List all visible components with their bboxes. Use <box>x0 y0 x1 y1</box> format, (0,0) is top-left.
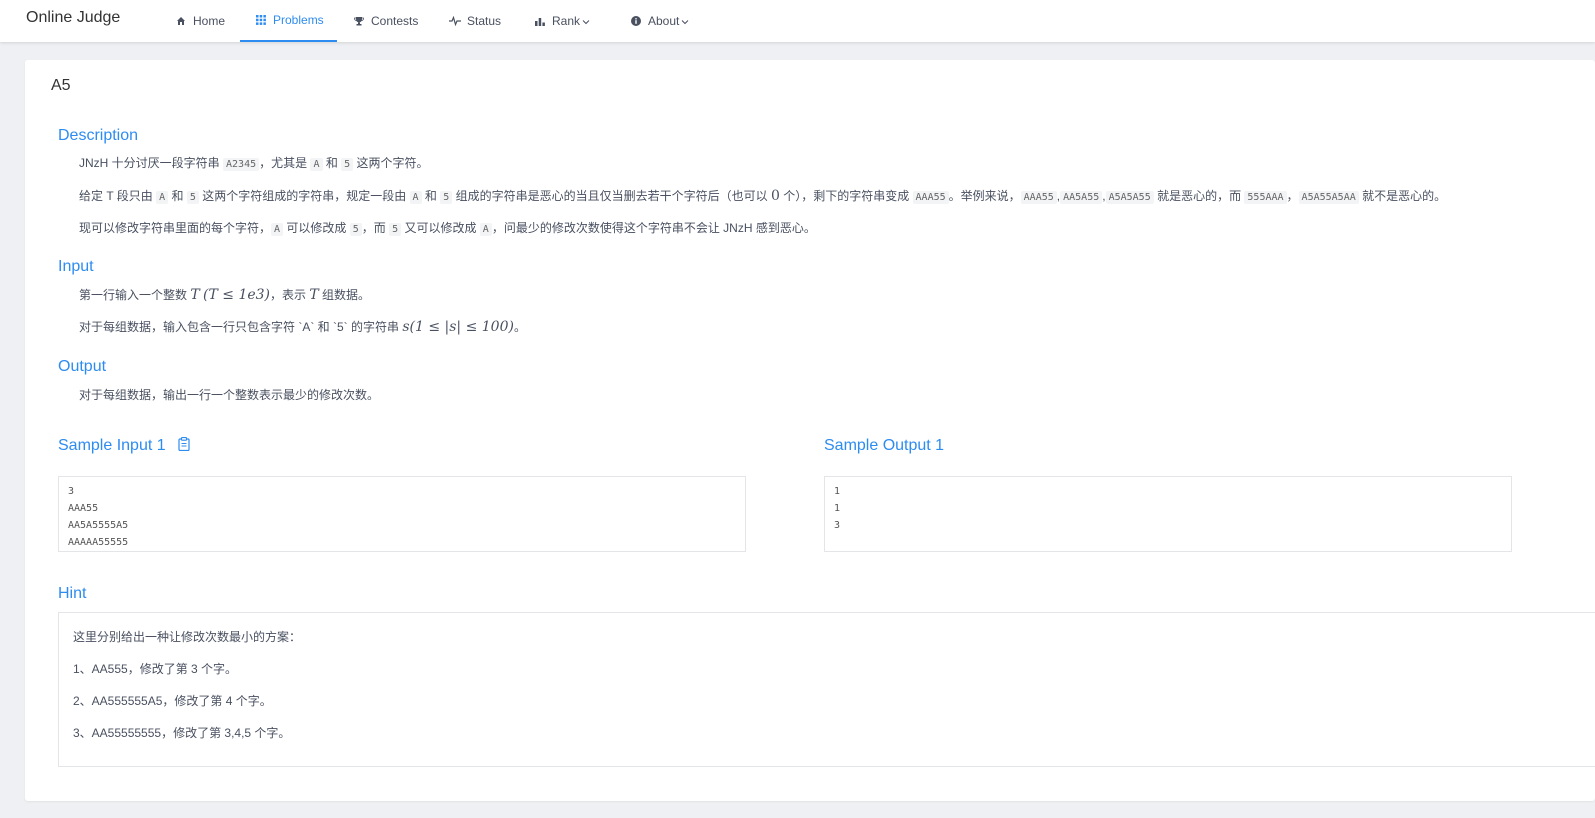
inline-code: A5A55A5AA <box>1298 191 1359 204</box>
hint-line: 这里分别给出一种让修改次数最小的方案： <box>73 630 302 644</box>
sample-output-line: 1 <box>834 503 841 514</box>
nav-contests[interactable]: Contests <box>353 0 418 42</box>
inline-code: AAA55 <box>1020 191 1057 204</box>
sample-output-box[interactable]: 1 1 3 <box>824 476 1512 552</box>
math-expression: (T ≤ 1e3) <box>203 287 271 303</box>
problem-card: A5 Description JNzH 十分讨厌一段字符串 A2345 ，尤其是 … <box>25 60 1595 801</box>
inline-code: A <box>479 223 492 236</box>
inline-code: 5 <box>440 191 453 204</box>
brand-logo[interactable]: Online Judge <box>26 9 120 27</box>
nav-rank-label: Rank <box>552 14 581 28</box>
sample-input-line: AAAAA55555 <box>68 537 129 548</box>
nav-contests-label: Contests <box>371 14 419 28</box>
sample-input-box[interactable]: 3 AAA55 AA5A5555A5 AAAAA55555 <box>58 476 746 552</box>
trophy-icon <box>353 15 365 27</box>
description-paragraph-3: 现可以修改字符串里面的每个字符， A 可以修改成 5 ，而 5 又可以修改成 A ，问… <box>79 221 816 236</box>
description-paragraph-1: JNzH 十分讨厌一段字符串 A2345 ，尤其是 A 和 5 这两个字符。 <box>79 156 429 171</box>
inline-code: AAA55 <box>912 191 949 204</box>
top-navbar: Online Judge Home Problems Contests Stat… <box>0 0 1595 42</box>
nav-home-label: Home <box>193 14 226 28</box>
home-icon <box>175 15 187 27</box>
output-paragraph: 对于每组数据，输出一行一个整数表示最少的修改次数。 <box>79 388 380 402</box>
hint-box: 这里分别给出一种让修改次数最小的方案： 1、AA555，修改了第 3 个字。 2… <box>58 612 1595 767</box>
nav-problems-label: Problems <box>273 13 324 27</box>
nav-rank[interactable]: Rank <box>534 0 590 42</box>
inline-code: 5 <box>186 191 199 204</box>
sample-output-title: Sample Output 1 <box>824 437 945 454</box>
sample-output-line: 3 <box>834 520 841 531</box>
grid-icon <box>255 14 267 26</box>
clipboard-icon[interactable] <box>178 437 190 456</box>
hint-title: Hint <box>58 585 87 602</box>
math-expression: T <box>190 287 200 303</box>
nav-about[interactable]: About <box>630 0 689 42</box>
nav-about-label: About <box>648 14 680 28</box>
hint-line: 2、AA555555A5，修改了第 4 个字。 <box>73 694 272 708</box>
nav-home[interactable]: Home <box>175 0 225 42</box>
inline-code: AA5A55 <box>1060 191 1103 204</box>
input-title: Input <box>58 258 94 275</box>
inline-code: A <box>271 223 284 236</box>
inline-code: A2345 <box>223 158 260 171</box>
description-paragraph-2: 给定 T 段只由 A 和 5 这两个字符组成的字符串，规定一段由 A 和 5 组… <box>79 188 1447 204</box>
description-title: Description <box>58 127 139 144</box>
input-paragraph-2: 对于每组数据，输入包含一行只包含字符 `A` 和 `5` 的字符串 s(1 ≤ … <box>79 319 526 335</box>
nav-status[interactable]: Status <box>449 0 501 42</box>
inline-code: 5 <box>389 223 402 236</box>
sample-input-line: AAA55 <box>68 503 99 514</box>
inline-code: 5 <box>341 158 354 171</box>
info-icon <box>630 15 642 27</box>
sample-output-line: 1 <box>834 486 841 497</box>
hint-line: 3、AA55555555，修改了第 3,4,5 个字。 <box>73 726 291 740</box>
problem-title: A5 <box>51 77 71 94</box>
output-title: Output <box>58 358 107 375</box>
inline-code: 5 <box>349 223 362 236</box>
inline-code: A <box>409 191 422 204</box>
inline-code: A5A5A55 <box>1105 191 1154 204</box>
inline-code: A <box>310 158 323 171</box>
nav-problems[interactable]: Problems <box>240 0 337 42</box>
input-paragraph-1: 第一行输入一个整数 T (T ≤ 1e3)，表示 T 组数据。 <box>79 287 371 303</box>
chevron-down-icon <box>681 14 689 28</box>
math-expression: s(1 ≤ |s| ≤ 100) <box>402 319 514 335</box>
sample-input-line: AA5A5555A5 <box>68 520 129 531</box>
pulse-icon <box>449 15 461 27</box>
math-expression: T <box>309 287 319 303</box>
hint-line: 1、AA555，修改了第 3 个字。 <box>73 662 238 676</box>
inline-code: 555AAA <box>1244 191 1287 204</box>
sample-input-line: 3 <box>68 486 75 497</box>
inline-code: A <box>156 191 169 204</box>
sample-input-title: Sample Input 1 <box>58 437 190 456</box>
chevron-down-icon <box>582 14 590 28</box>
nav-status-label: Status <box>467 14 502 28</box>
bar-chart-icon <box>534 15 546 27</box>
